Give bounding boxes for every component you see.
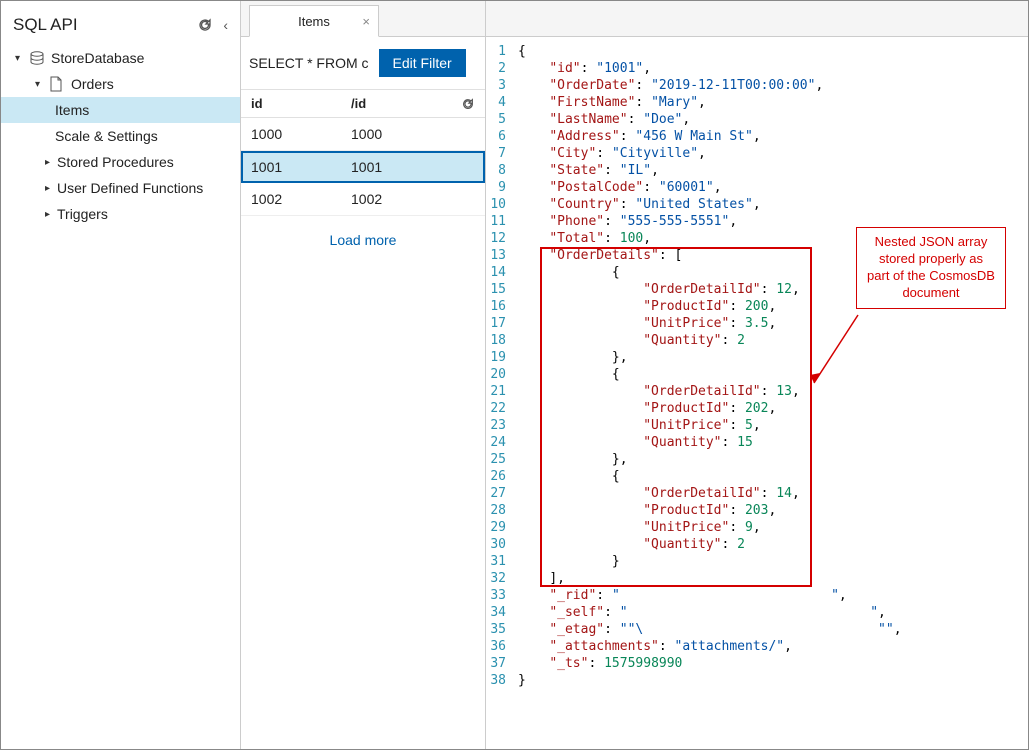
tree-item-label: Items [55, 102, 89, 118]
document-icon [49, 76, 67, 92]
items-panel: Items × SELECT * FROM c Edit Filter id /… [241, 1, 485, 749]
cell-id: 1002 [251, 191, 351, 207]
tree-container[interactable]: ▾ Orders [1, 71, 240, 97]
code-panel: 1{2 "id": "1001",3 "OrderDate": "2019-12… [485, 1, 1028, 749]
tree-item-user-defined-functions[interactable]: ▸User Defined Functions [1, 175, 240, 201]
cell-partition-id: 1002 [351, 191, 475, 207]
header-id: id [251, 96, 351, 111]
collapse-icon[interactable]: ‹ [223, 17, 228, 33]
tree-item-label: Scale & Settings [55, 128, 158, 144]
caret-right-icon: ▸ [45, 157, 57, 168]
sidebar-title: SQL API [13, 15, 197, 35]
tree-item-label: Triggers [57, 206, 108, 222]
table-header: id /id [241, 89, 485, 118]
annotation-callout: Nested JSON array stored properly as par… [856, 227, 1006, 309]
edit-filter-button[interactable]: Edit Filter [379, 49, 466, 77]
header-partition-id: /id [351, 96, 461, 111]
tab-bar: Items × [241, 1, 485, 37]
tree-item-stored-procedures[interactable]: ▸Stored Procedures [1, 149, 240, 175]
tree-database[interactable]: ▾ StoreDatabase [1, 45, 240, 71]
refresh-icon[interactable] [461, 97, 475, 111]
caret-down-icon: ▾ [15, 53, 29, 64]
query-text: SELECT * FROM c [249, 55, 369, 71]
sidebar: SQL API ‹ ▾ StoreDatabase ▾ [1, 1, 241, 749]
cell-id: 1000 [251, 126, 351, 142]
table-row[interactable]: 10001000 [241, 118, 485, 151]
tree-item-label: Stored Procedures [57, 154, 174, 170]
tab-items[interactable]: Items × [249, 5, 379, 37]
container-label: Orders [71, 76, 114, 92]
table-row[interactable]: 10011001 [241, 151, 485, 183]
caret-down-icon: ▾ [35, 79, 49, 90]
tree-item-label: User Defined Functions [57, 180, 203, 196]
tree-item-scale-settings[interactable]: Scale & Settings [1, 123, 240, 149]
load-more-link[interactable]: Load more [241, 216, 485, 264]
cell-id: 1001 [251, 159, 351, 175]
close-icon[interactable]: × [362, 14, 370, 29]
refresh-icon[interactable] [197, 17, 213, 33]
database-icon [29, 51, 47, 65]
cell-partition-id: 1000 [351, 126, 475, 142]
tab-label: Items [298, 14, 330, 29]
cell-partition-id: 1001 [351, 159, 475, 175]
caret-right-icon: ▸ [45, 209, 57, 220]
tree-item-triggers[interactable]: ▸Triggers [1, 201, 240, 227]
json-viewer[interactable]: 1{2 "id": "1001",3 "OrderDate": "2019-12… [486, 37, 1028, 695]
tree-item-items[interactable]: Items [1, 97, 240, 123]
tree: ▾ StoreDatabase ▾ Orders Items Scale & Se… [1, 45, 240, 227]
caret-right-icon: ▸ [45, 183, 57, 194]
database-label: StoreDatabase [51, 50, 144, 66]
table-row[interactable]: 10021002 [241, 183, 485, 216]
